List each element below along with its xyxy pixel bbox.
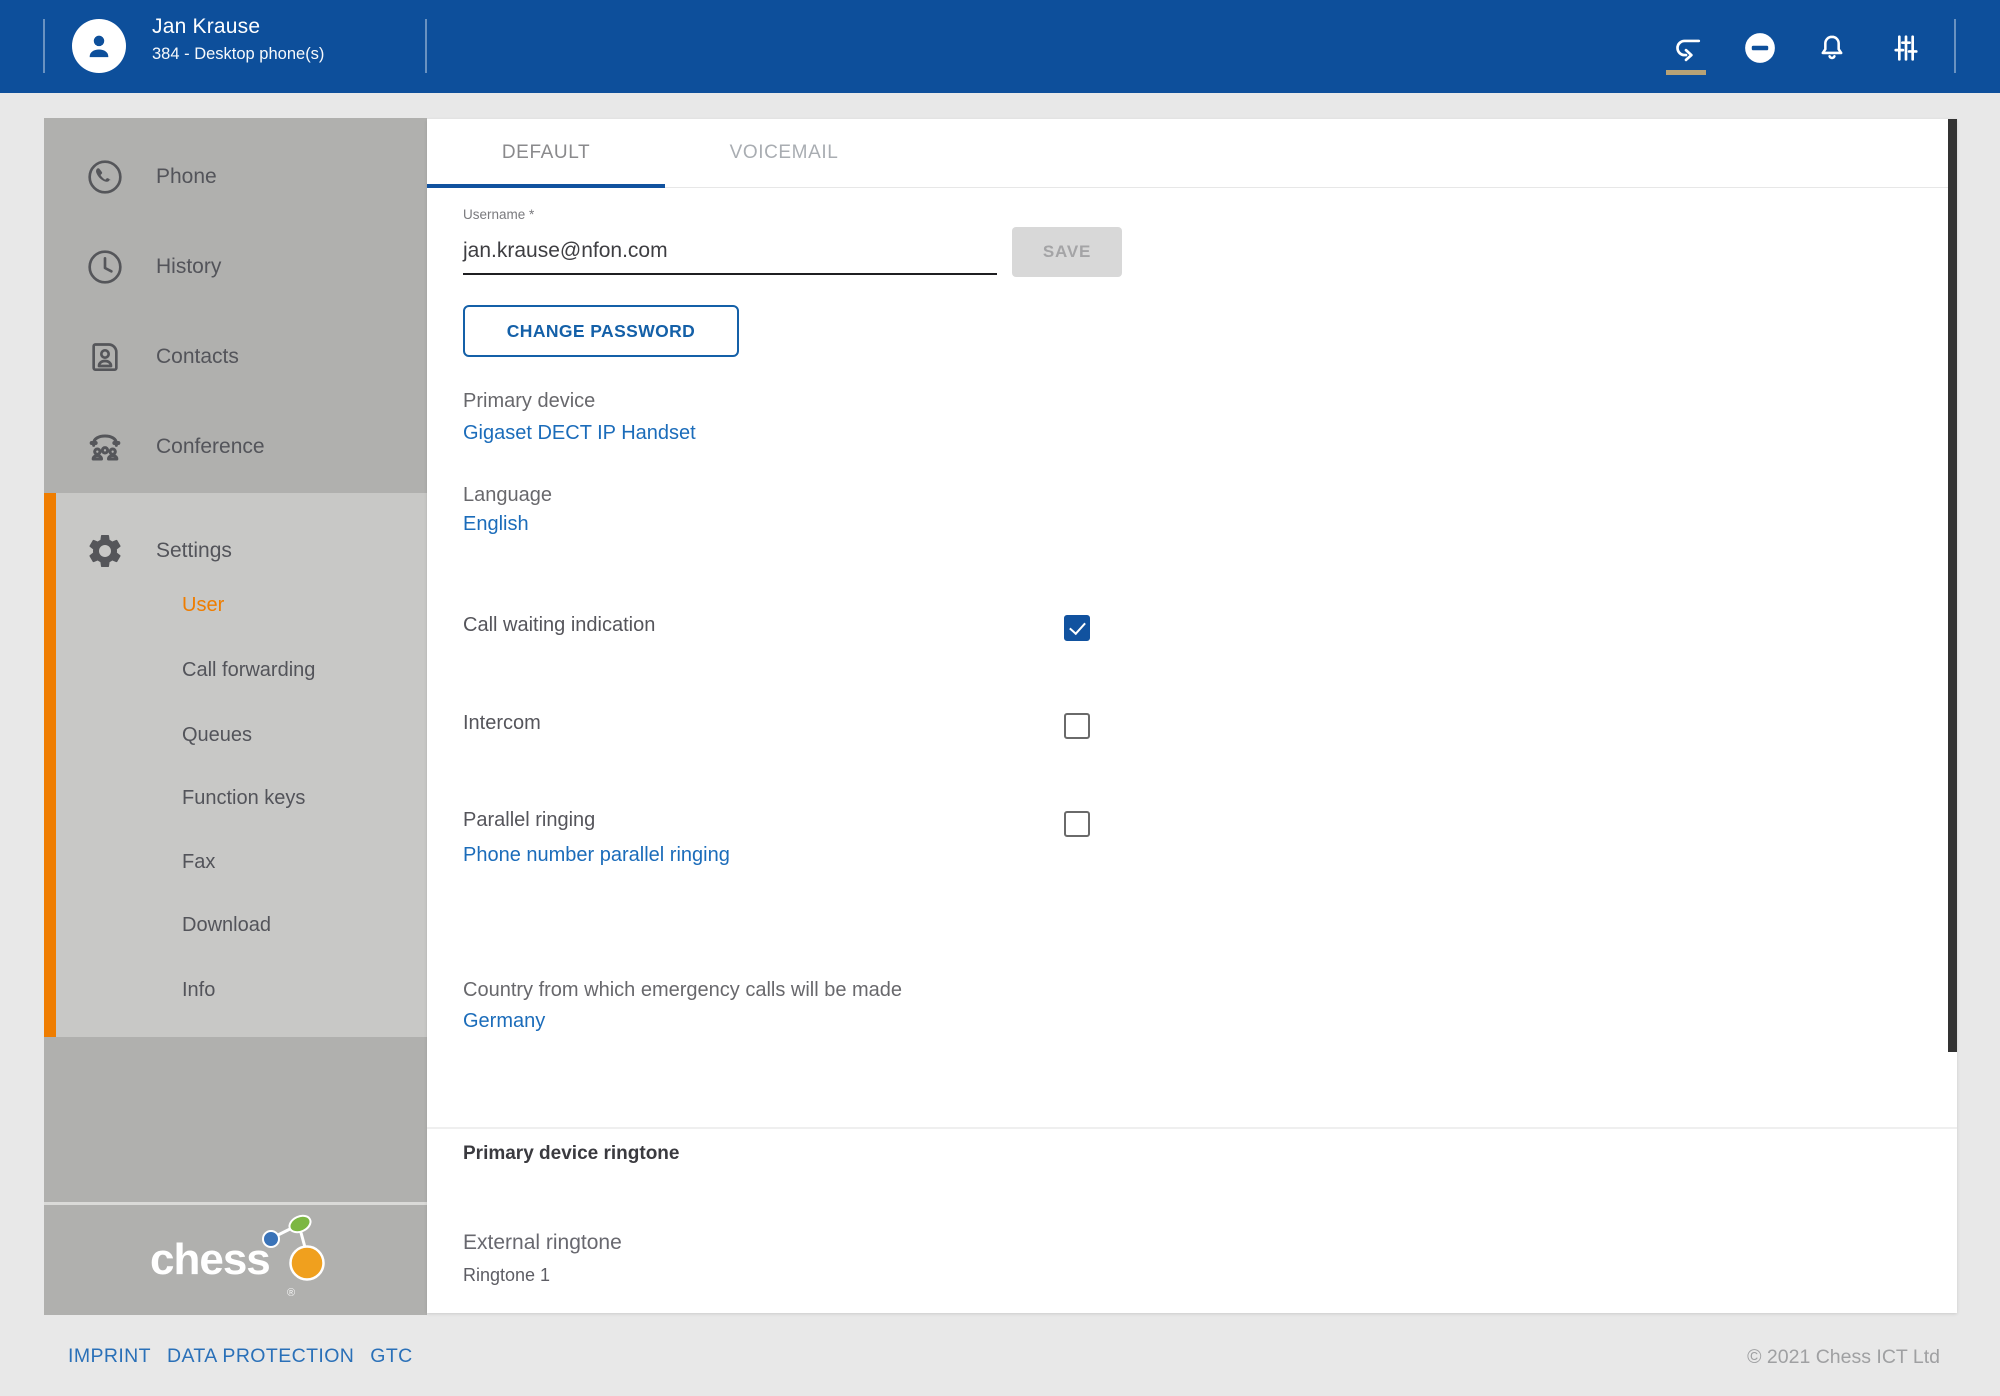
sidebar-lower-section	[44, 1037, 427, 1202]
footer-link-data-protection[interactable]: DATA PROTECTION	[167, 1345, 354, 1368]
sidebar-settings-section	[44, 493, 427, 1037]
footer-link-gtc[interactable]: GTC	[370, 1345, 412, 1368]
user-meta: Jan Krause 384 - Desktop phone(s)	[152, 13, 324, 66]
external-ringtone-label: External ringtone	[463, 1231, 622, 1255]
parallel-ringing-label: Parallel ringing	[463, 809, 595, 832]
tab-voicemail[interactable]: VOICEMAIL	[665, 119, 903, 187]
tabbar: DEFAULT VOICEMAIL	[427, 119, 1957, 188]
chess-logo-molecule-icon	[254, 1207, 340, 1293]
app-window: Jan Krause 384 - Desktop phone(s)	[0, 0, 2000, 1396]
do-not-disturb-icon	[1743, 31, 1777, 65]
sidebar-nav-section: Phone History	[44, 118, 427, 493]
sidebar-item-label: Phone	[156, 165, 217, 189]
footer-link-imprint[interactable]: IMPRINT	[68, 1345, 151, 1368]
topbar-divider	[1954, 19, 1956, 73]
emergency-country-link[interactable]: Germany	[463, 1010, 545, 1033]
sliders-icon	[1890, 32, 1922, 64]
user-extension: 384 - Desktop phone(s)	[152, 42, 324, 66]
copyright: © 2021 Chess ICT Ltd	[1747, 1346, 1940, 1369]
sidebar-item-label: History	[156, 255, 221, 279]
gear-icon	[84, 530, 126, 572]
sidebar-subitem-download[interactable]: Download	[182, 910, 402, 940]
section-divider	[427, 1127, 1957, 1129]
sidebar: Phone History	[44, 118, 427, 1315]
user-icon	[81, 28, 117, 64]
sidebar-item-settings[interactable]: Settings	[44, 529, 427, 573]
registered-mark: ®	[287, 1287, 295, 1299]
sidebar-item-label: Conference	[156, 435, 265, 459]
sidebar-item-label: Contacts	[156, 345, 239, 369]
sidebar-logo-block: chess ®	[44, 1205, 427, 1315]
external-ringtone-value[interactable]: Ringtone 1	[463, 1265, 550, 1286]
scrollbar[interactable]	[1948, 119, 1957, 1052]
conference-icon	[84, 426, 126, 468]
sidebar-subitem-fax[interactable]: Fax	[182, 847, 402, 877]
redirect-active-indicator	[1666, 70, 1706, 75]
topbar-divider	[425, 19, 427, 73]
active-section-indicator	[44, 493, 56, 1037]
change-password-button[interactable]: CHANGE PASSWORD	[463, 305, 739, 357]
footer-links: IMPRINT DATA PROTECTION GTC	[68, 1345, 413, 1368]
redirect-icon	[1667, 31, 1705, 65]
call-waiting-label: Call waiting indication	[463, 614, 655, 637]
sidebar-subitem-call-forwarding[interactable]: Call forwarding	[182, 655, 402, 685]
history-clock-icon	[84, 246, 126, 288]
do-not-disturb-button[interactable]	[1737, 24, 1783, 72]
sidebar-subitem-info[interactable]: Info	[182, 975, 402, 1005]
settings-user-panel: DEFAULT VOICEMAIL Username * jan.krause@…	[427, 119, 1957, 1313]
username-input-underline	[463, 273, 997, 275]
intercom-checkbox[interactable]	[1064, 713, 1090, 739]
sidebar-item-contacts[interactable]: Contacts	[44, 335, 427, 379]
call-waiting-checkbox[interactable]	[1064, 615, 1090, 641]
parallel-ringing-link[interactable]: Phone number parallel ringing	[463, 844, 730, 867]
intercom-label: Intercom	[463, 712, 541, 735]
audio-settings-button[interactable]	[1883, 24, 1929, 72]
bell-icon	[1816, 32, 1848, 64]
topbar-divider	[43, 19, 45, 73]
ringtone-section-title: Primary device ringtone	[463, 1143, 679, 1165]
language-label: Language	[463, 484, 552, 507]
chess-logo: chess ®	[44, 1205, 427, 1315]
sidebar-subitem-user[interactable]: User	[182, 590, 402, 620]
avatar	[72, 19, 126, 73]
contacts-icon	[84, 336, 126, 378]
sidebar-item-label: Settings	[156, 539, 232, 563]
sidebar-item-history[interactable]: History	[44, 245, 427, 289]
sidebar-subitem-function-keys[interactable]: Function keys	[182, 783, 402, 813]
username-input[interactable]: jan.krause@nfon.com	[463, 239, 997, 263]
sidebar-item-phone[interactable]: Phone	[44, 155, 427, 199]
chess-logo-text: chess	[150, 1235, 270, 1285]
emergency-country-label: Country from which emergency calls will …	[463, 979, 902, 1002]
username-label: Username *	[463, 207, 534, 222]
save-button[interactable]: SAVE	[1012, 227, 1122, 277]
call-redirect-button[interactable]	[1663, 24, 1709, 72]
phone-icon	[84, 156, 126, 198]
notifications-button[interactable]	[1809, 24, 1855, 72]
language-link[interactable]: English	[463, 513, 529, 536]
parallel-ringing-checkbox[interactable]	[1064, 811, 1090, 837]
sidebar-subitem-queues[interactable]: Queues	[182, 720, 402, 750]
tab-default[interactable]: DEFAULT	[427, 119, 665, 187]
topbar: Jan Krause 384 - Desktop phone(s)	[0, 0, 2000, 93]
primary-device-label: Primary device	[463, 390, 595, 413]
sidebar-item-conference[interactable]: Conference	[44, 425, 427, 469]
user-name: Jan Krause	[152, 13, 324, 40]
primary-device-link[interactable]: Gigaset DECT IP Handset	[463, 422, 696, 445]
